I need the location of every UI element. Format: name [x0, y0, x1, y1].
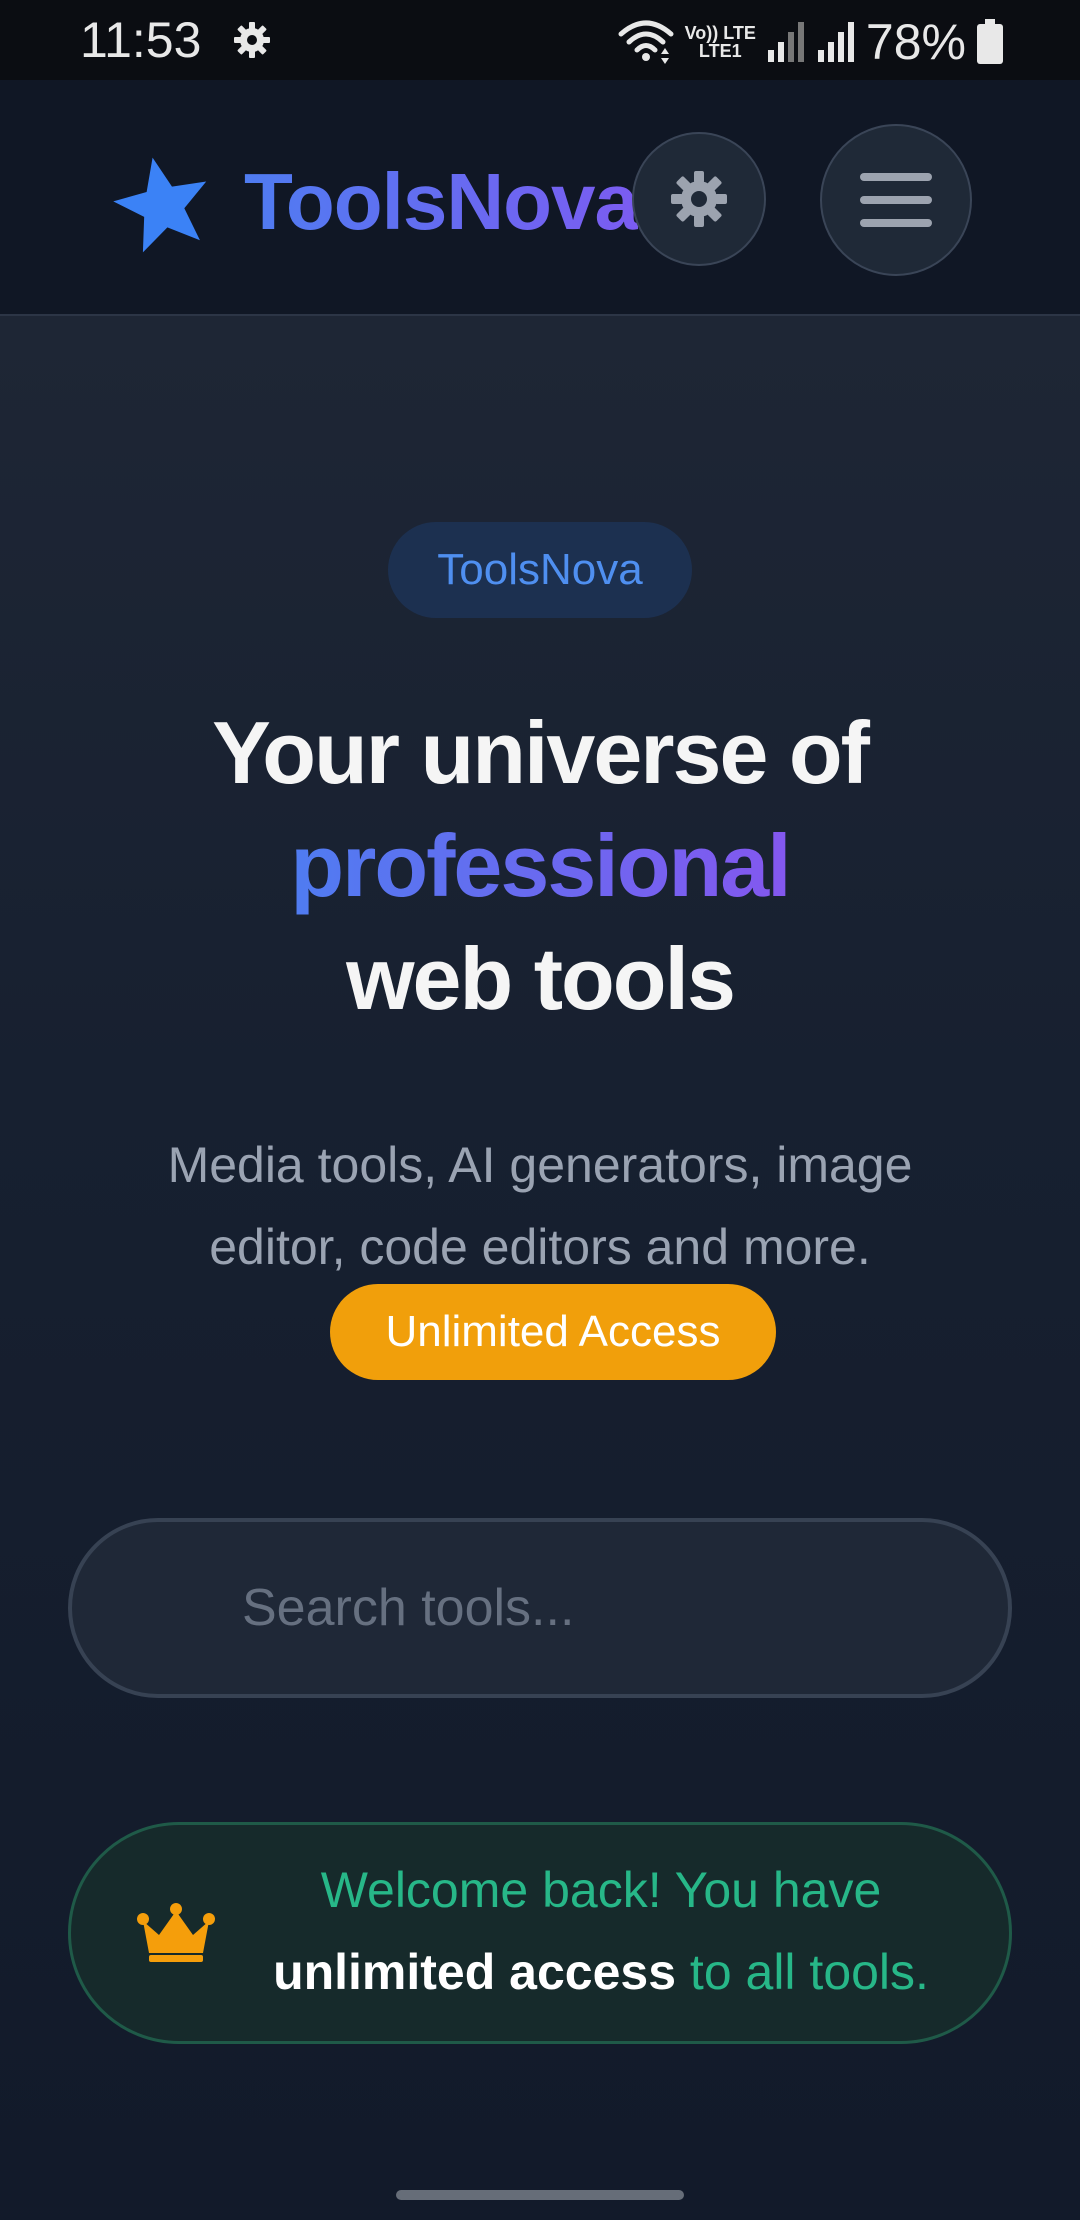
- hero-subtitle: Media tools, AI generators, image editor…: [167, 1137, 913, 1275]
- network-type-label: Vo)) LTE LTE1: [685, 24, 756, 60]
- star-icon[interactable]: [108, 148, 216, 256]
- search-input[interactable]: [242, 1522, 962, 1694]
- app-logo-text[interactable]: ToolsNova: [244, 152, 639, 252]
- welcome-message: Welcome back! You have unlimited access …: [221, 1849, 981, 2013]
- battery-icon: [977, 19, 1003, 64]
- menu-button[interactable]: [820, 124, 972, 276]
- search-box[interactable]: [68, 1518, 1012, 1698]
- hero-title-line-1: Your universe of: [212, 703, 870, 802]
- main-content: ToolsNova Your universe of professional …: [0, 316, 1080, 2220]
- wifi-icon: [618, 20, 674, 64]
- network-label-bottom: LTE1: [698, 41, 742, 61]
- theme-toggle-button[interactable]: [632, 132, 766, 266]
- welcome-banner: Welcome back! You have unlimited access …: [68, 1822, 1012, 2044]
- status-right-cluster: Vo)) LTE LTE1 78%: [617, 14, 1004, 70]
- status-time: 11:53: [80, 12, 202, 68]
- battery-percent: 78%: [865, 14, 966, 70]
- crown-icon: [137, 1903, 215, 1962]
- signal-strength-icon-1: [767, 22, 804, 62]
- hamburger-menu-icon: [860, 173, 932, 227]
- network-label-top: Vo)) LTE: [684, 23, 756, 43]
- home-indicator[interactable]: [396, 2190, 684, 2200]
- unlimited-access-badge: Unlimited Access: [330, 1284, 776, 1380]
- settings-gear-icon: [234, 22, 270, 58]
- welcome-text-strong: unlimited access: [273, 1944, 677, 2000]
- signal-strength-icon-2: [817, 22, 854, 62]
- hero-title: Your universe of professional web tools: [0, 696, 1080, 1035]
- welcome-text-part-2: to all tools.: [676, 1944, 929, 2000]
- hero-title-line-3: web tools: [346, 929, 736, 1028]
- gear-icon: [671, 171, 727, 227]
- status-bar: 11:53 Vo)) LTE LTE1 78%: [0, 0, 1080, 80]
- app-header: ToolsNova: [0, 80, 1080, 316]
- hero-title-accent: professional: [290, 816, 791, 915]
- brand-badge: ToolsNova: [388, 522, 692, 618]
- welcome-text-part-1: Welcome back! You have: [320, 1862, 882, 1918]
